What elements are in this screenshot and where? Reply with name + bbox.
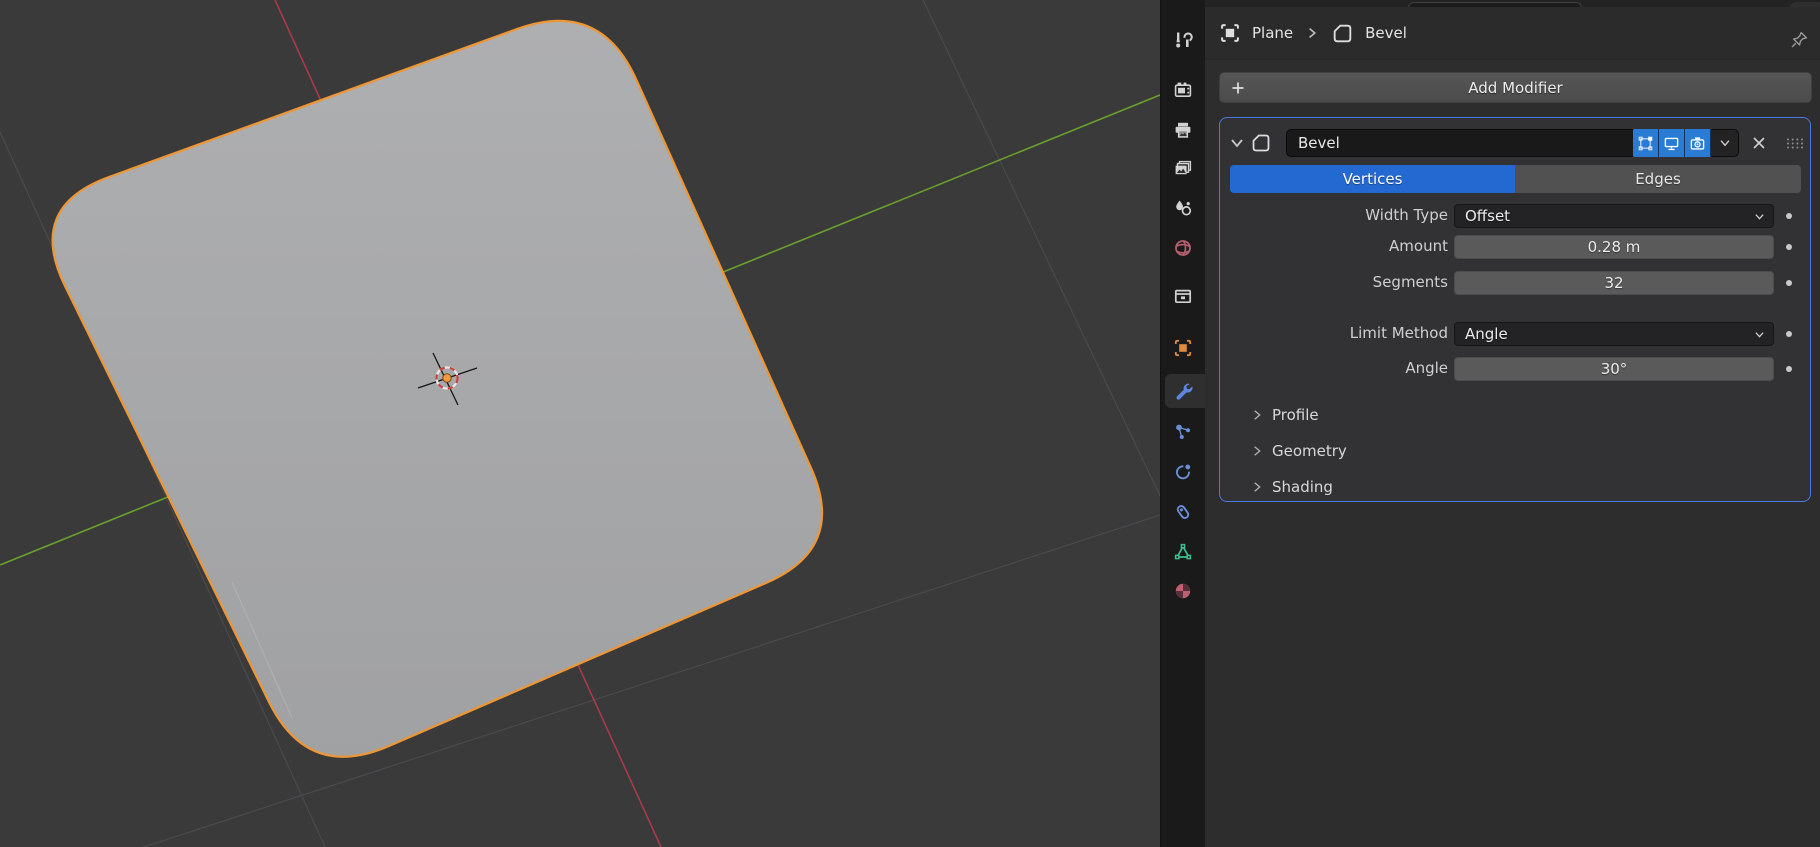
toggle-realtime-display[interactable] [1659,129,1685,157]
view-layer-icon [1175,160,1192,175]
modifier-extras-dropdown[interactable] [1711,129,1739,157]
animate-decorator-dot[interactable] [1786,331,1792,337]
bevel-modifier-panel: Bevel Vertices Edges Width Type Offset A… [1219,117,1811,502]
edit-mode-icon [1638,136,1653,150]
beveled-plane-object[interactable] [51,19,824,758]
tab-constraints[interactable] [1172,501,1194,523]
tab-edges[interactable]: Edges [1515,165,1801,193]
width-type-value: Offset [1465,207,1511,225]
animate-decorator-dot[interactable] [1786,213,1792,219]
toggle-render-display[interactable] [1685,129,1711,157]
world-properties-icon [1175,240,1191,256]
add-modifier-label: Add Modifier [1468,78,1563,97]
affect-tabs: Vertices Edges [1230,165,1801,193]
breadcrumb-modifier[interactable]: Bevel [1365,24,1407,42]
object-properties-icon [1174,339,1192,357]
amount-slider[interactable]: 0.28 m [1454,235,1774,259]
amount-label: Amount [1389,237,1448,255]
chevron-right-icon [1254,446,1261,456]
material-icon [1175,583,1191,599]
constraints-icon [1176,505,1190,519]
chevron-right-icon [1254,410,1261,420]
angle-row: Angle 30° [1220,357,1812,381]
object-icon [1221,24,1239,42]
segments-row: Segments 32 [1220,271,1812,295]
tab-collection[interactable] [1172,285,1194,307]
tool-icon [1176,32,1193,48]
properties-panel: Plane Bevel Add Modifier Bevel Vertices … [1205,0,1820,847]
physics-icon [1176,464,1191,480]
tab-scene[interactable] [1172,197,1194,219]
modifier-name-field[interactable]: Bevel [1286,129,1633,157]
tab-material[interactable] [1172,580,1194,602]
editor-header-clipped [1205,0,1820,10]
width-type-dropdown[interactable]: Offset [1454,204,1774,228]
tab-world[interactable] [1172,237,1194,259]
render-properties-icon [1174,82,1192,97]
pin-button[interactable] [1789,30,1809,50]
drag-grip-icon[interactable] [1785,137,1805,150]
plus-icon [1232,82,1244,94]
breadcrumb: Plane Bevel [1205,7,1820,60]
angle-slider[interactable]: 30° [1454,357,1774,381]
animate-decorator-dot[interactable] [1786,244,1792,250]
section-shading[interactable]: Shading [1250,477,1333,497]
animate-decorator-dot[interactable] [1786,366,1792,372]
breadcrumb-object[interactable]: Plane [1252,24,1293,42]
modifier-name-group: Bevel [1286,129,1739,157]
modifiers-wrench-icon [1176,383,1193,400]
tab-render[interactable] [1172,79,1194,101]
particles-icon [1176,424,1190,439]
limit-method-dropdown[interactable]: Angle [1454,322,1774,346]
tab-vertices[interactable]: Vertices [1230,165,1515,193]
chevron-down-icon [1755,332,1764,338]
segments-slider[interactable]: 32 [1454,271,1774,295]
chevron-down-icon [1720,140,1729,147]
tab-object[interactable] [1172,337,1194,359]
tab-output[interactable] [1172,119,1194,141]
close-icon[interactable] [1750,134,1768,152]
tab-physics[interactable] [1172,461,1194,483]
output-properties-icon [1175,122,1191,138]
3d-viewport[interactable] [0,0,1329,847]
section-profile[interactable]: Profile [1250,405,1319,425]
limit-method-row: Limit Method Angle [1220,322,1812,346]
scene-properties-icon [1176,200,1192,216]
properties-tab-strip [1160,0,1206,847]
angle-label: Angle [1405,359,1448,377]
chevron-right-icon [1309,27,1317,39]
bevel-modifier-icon [1252,134,1270,152]
tab-object-data[interactable] [1172,541,1194,563]
toggle-edit-mode-display[interactable] [1633,129,1659,157]
limit-method-value: Angle [1465,325,1508,343]
collapse-chevron-icon[interactable] [1228,134,1246,152]
width-type-label: Width Type [1365,206,1448,224]
pin-icon [1791,31,1808,48]
tab-tool[interactable] [1172,29,1194,51]
section-geometry-label: Geometry [1272,442,1347,460]
modifier-header: Bevel [1220,128,1812,158]
object-origin-dot[interactable] [442,373,452,383]
limit-method-label: Limit Method [1349,324,1448,342]
camera-icon [1690,136,1705,150]
width-type-row: Width Type Offset [1220,204,1812,228]
viewport-canvas [0,0,1329,847]
section-shading-label: Shading [1272,478,1333,496]
collection-properties-icon [1174,289,1192,304]
object-data-icon [1174,543,1192,560]
amount-row: Amount 0.28 m [1220,235,1812,259]
chevron-down-icon [1755,214,1764,220]
tab-view-layer[interactable] [1172,158,1194,180]
bevel-modifier-icon [1333,24,1352,42]
tab-particles[interactable] [1172,421,1194,443]
segments-label: Segments [1372,273,1448,291]
tab-modifiers[interactable] [1172,380,1194,402]
chevron-right-icon [1254,482,1261,492]
section-geometry[interactable]: Geometry [1250,441,1347,461]
animate-decorator-dot[interactable] [1786,280,1792,286]
add-modifier-button[interactable]: Add Modifier [1219,72,1812,103]
blender-window: Plane Bevel Add Modifier Bevel Vertices … [0,0,1820,847]
monitor-icon [1664,137,1679,150]
section-profile-label: Profile [1272,406,1319,424]
